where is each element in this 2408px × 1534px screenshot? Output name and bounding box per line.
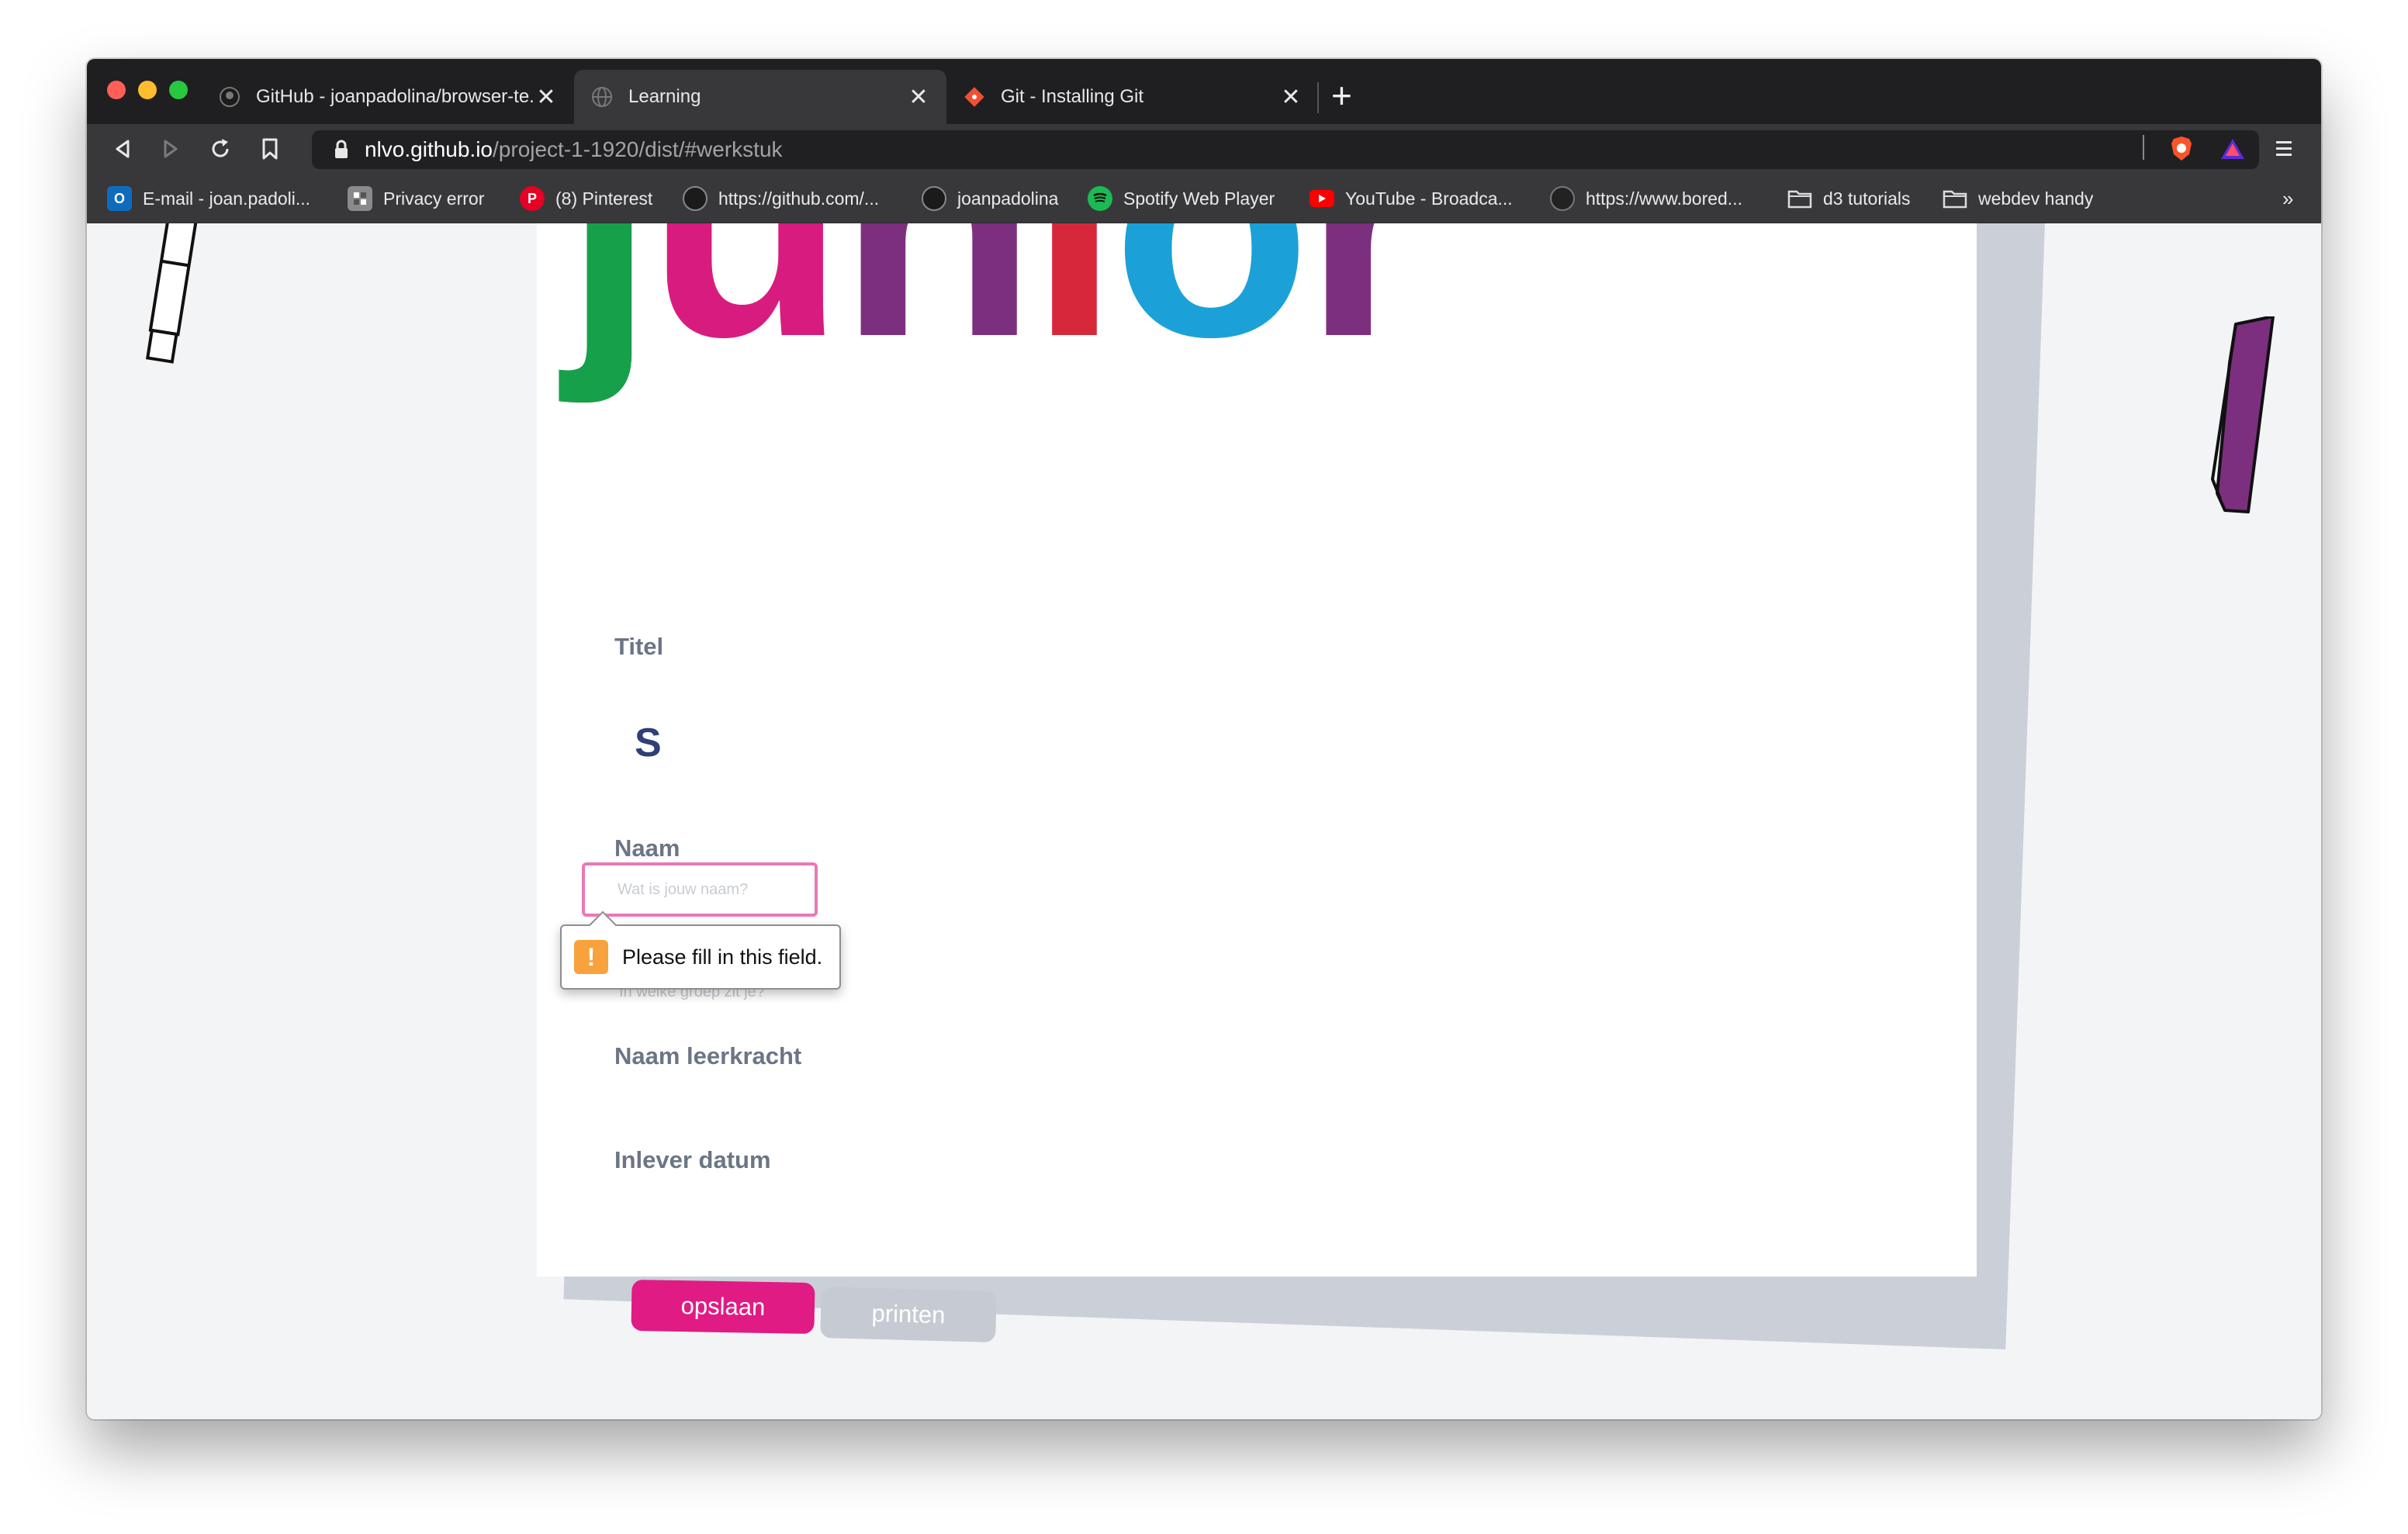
github-icon (219, 86, 240, 108)
bookmark-bored-panda[interactable]: https://www.bored... (1550, 185, 1742, 212)
bookmark-icon[interactable] (254, 133, 285, 164)
print-button[interactable]: printen (820, 1287, 997, 1342)
bookmark-pinterest[interactable]: P (8) Pinterest (520, 185, 652, 212)
bookmark-label: https://github.com/... (718, 188, 880, 209)
name-label: Naam (614, 834, 680, 862)
folder-icon (1943, 186, 1967, 211)
bookmark-label: (8) Pinterest (555, 188, 653, 209)
bookmark-privacy-error[interactable]: Privacy error (348, 185, 484, 212)
back-icon[interactable] (107, 133, 138, 164)
due-date-label: Inlever datum (614, 1146, 771, 1173)
globe-icon (591, 86, 613, 108)
toolbar-separator (2143, 135, 2144, 160)
bookmark-github-url[interactable]: https://github.com/... (683, 185, 879, 212)
minimize-window-button[interactable] (138, 81, 157, 99)
brave-rewards-icon[interactable] (2217, 133, 2248, 164)
tab-separator (1317, 82, 1319, 113)
logo-letter: o (1112, 223, 1312, 405)
lock-icon (334, 140, 349, 160)
outlook-icon: O (107, 186, 132, 211)
logo-letter: n (838, 223, 1037, 405)
git-icon (964, 86, 985, 108)
logo-letter: r (1303, 223, 1430, 405)
bookmark-joanpadolina[interactable]: joanpadolina (922, 185, 1058, 212)
tab-title: Git - Installing Git (1001, 86, 1144, 107)
pinterest-icon: P (520, 186, 545, 211)
youtube-icon (1310, 190, 1334, 207)
bookmark-label: https://www.bored... (1586, 188, 1742, 209)
tab-learning[interactable]: Learning ✕ (574, 70, 946, 124)
pen-illustration (2210, 316, 2275, 513)
reload-icon[interactable] (205, 133, 236, 164)
bookmark-youtube[interactable]: YouTube - Broadca... (1310, 185, 1513, 212)
bookmarks-overflow-button[interactable]: » (2282, 185, 2293, 212)
zoom-window-button[interactable] (169, 81, 188, 99)
bookmark-folder-webdev[interactable]: webdev handy (1943, 185, 2093, 212)
bookmark-label: webdev handy (1978, 188, 2094, 209)
logo-letter: i (1029, 223, 1120, 405)
toolbar: nlvo.github.io/project-1-1920/dist/#werk… (87, 124, 2321, 174)
logo-letter: u (647, 223, 846, 405)
panda-icon (1550, 186, 1575, 211)
forward-icon[interactable] (155, 133, 186, 164)
tab-github[interactable]: GitHub - joanpadolina/browser-te... ✕ (202, 70, 574, 124)
page-icon (348, 186, 372, 211)
warning-icon: ! (574, 940, 608, 974)
bookmark-label: YouTube - Broadca... (1345, 188, 1513, 209)
title-label: Titel (614, 633, 664, 660)
bookmark-label: d3 tutorials (1823, 188, 1911, 209)
url-host: nlvo.github.io (365, 137, 493, 161)
logo-letter: j (564, 223, 655, 405)
close-tab-icon[interactable]: ✕ (1280, 84, 1302, 111)
pencil-illustration (145, 223, 199, 364)
name-input[interactable] (582, 862, 818, 917)
teacher-name-label: Naam leerkracht (614, 1042, 802, 1069)
bookmark-outlook[interactable]: O E-mail - joan.padoli... (107, 185, 310, 212)
validation-tooltip: ! Please fill in this field. (560, 924, 841, 990)
spotify-icon (1088, 186, 1112, 211)
save-button[interactable]: opslaan (631, 1279, 815, 1335)
browser-window: GitHub - joanpadolina/browser-te... ✕ Le… (87, 59, 2321, 1419)
validation-message: Please fill in this field. (622, 945, 823, 969)
bookmark-spotify[interactable]: Spotify Web Player (1088, 185, 1275, 212)
close-window-button[interactable] (107, 81, 126, 99)
url-path: /project-1-1920/dist/#werkstuk (493, 137, 783, 161)
title-value[interactable]: S (635, 720, 662, 766)
bookmark-label: Spotify Web Player (1123, 188, 1275, 209)
tab-title: Learning (628, 86, 701, 107)
github-icon (922, 186, 946, 211)
close-tab-icon[interactable]: ✕ (908, 84, 929, 111)
bookmark-label: joanpadolina (957, 188, 1059, 209)
tab-title: GitHub - joanpadolina/browser-te... (256, 86, 535, 107)
new-tab-button[interactable]: + (1331, 76, 1352, 115)
tab-git[interactable]: Git - Installing Git ✕ (946, 70, 1319, 124)
page-viewport: junior Titel S Naam In welke groep zit j… (87, 223, 2321, 1419)
bookmark-folder-d3[interactable]: d3 tutorials (1787, 185, 1911, 212)
menu-icon[interactable] (2268, 133, 2299, 164)
bookmarks-bar: O E-mail - joan.padoli... Privacy error … (87, 174, 2321, 223)
close-tab-icon[interactable]: ✕ (535, 84, 557, 111)
tab-strip: GitHub - joanpadolina/browser-te... ✕ Le… (87, 59, 2321, 124)
folder-icon (1787, 186, 1812, 211)
github-icon (683, 186, 708, 211)
brave-shield-icon[interactable] (2166, 133, 2197, 164)
address-bar[interactable]: nlvo.github.io/project-1-1920/dist/#werk… (312, 130, 2259, 169)
bookmark-label: Privacy error (383, 188, 485, 209)
page-logo-heading: junior (564, 223, 1431, 386)
bookmark-label: E-mail - joan.padoli... (143, 188, 311, 209)
